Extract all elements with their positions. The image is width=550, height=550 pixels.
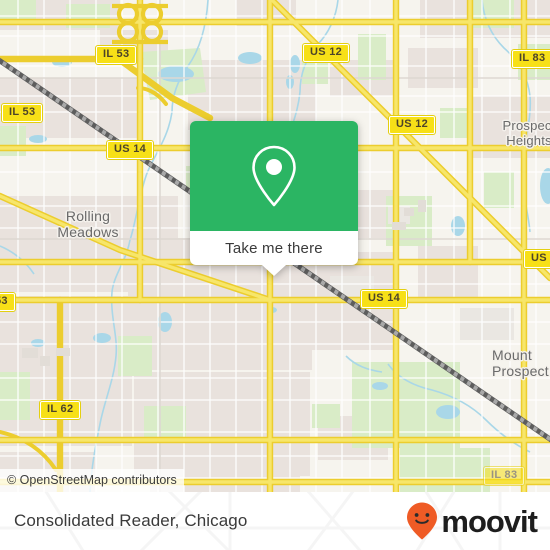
- moovit-map-screenshot: RollingMeadows ProspectHeights MountPros…: [0, 0, 550, 550]
- shield-il-53-west[interactable]: IL 53: [2, 104, 43, 122]
- page-title: Consolidated Reader, Chicago: [14, 511, 248, 530]
- shield-us-12-mid[interactable]: US 12: [389, 116, 436, 134]
- shield-il-62[interactable]: IL 62: [40, 401, 81, 419]
- take-me-there-callout[interactable]: Take me there: [190, 121, 358, 276]
- shield-us-12-north[interactable]: US 12: [303, 44, 350, 62]
- moovit-wordmark: moovit: [441, 503, 538, 539]
- callout-action-bar[interactable]: Take me there: [190, 231, 358, 265]
- osm-attribution[interactable]: © OpenStreetMap contributors: [0, 469, 184, 492]
- moovit-logo[interactable]: moovit: [405, 501, 538, 541]
- take-me-there-label: Take me there: [225, 239, 323, 257]
- callout-tail: [262, 265, 286, 276]
- shield-il-83-north[interactable]: IL 83: [512, 50, 550, 68]
- shield-il-53-north[interactable]: IL 53: [96, 46, 137, 64]
- shield-us-14-east[interactable]: US 14: [361, 290, 408, 308]
- moovit-smiley-pin-icon: [407, 502, 438, 540]
- shield-us-14-west[interactable]: US 14: [107, 141, 154, 159]
- shield-il-83-south[interactable]: IL 83: [484, 467, 525, 485]
- footer-bar: Consolidated Reader, Chicago moovit: [0, 492, 550, 550]
- shield-us-1-edge[interactable]: US 1: [524, 250, 550, 268]
- callout-icon-panel: [190, 121, 358, 231]
- shield-53-edge[interactable]: 53: [0, 293, 15, 311]
- map-pin-icon: [252, 145, 296, 207]
- map-canvas[interactable]: RollingMeadows ProspectHeights MountPros…: [0, 0, 550, 492]
